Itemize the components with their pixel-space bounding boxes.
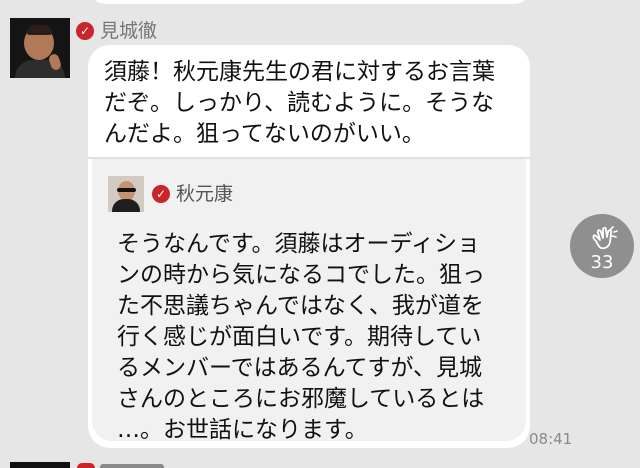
sender-avatar[interactable] (10, 18, 70, 78)
clap-reaction-button[interactable]: 33 (570, 214, 634, 278)
quoted-sender-avatar[interactable] (108, 176, 144, 212)
next-sender-name (100, 464, 164, 468)
message-timestamp: 08:41 (529, 430, 573, 448)
next-verified-check-icon (77, 463, 95, 468)
message-text: 須藤！秋元康先生の君に対するお言葉 だぞ。しっかり、読むように。そうな んだよ。… (104, 59, 495, 147)
quoted-sender-name[interactable]: 秋元康 (176, 181, 233, 207)
verified-check-icon: ✓ (76, 22, 94, 40)
chat-screen: ✓ 見城徹 須藤！秋元康先生の君に対するお言葉 だぞ。しっかり、読むように。そう… (0, 0, 640, 468)
quoted-sender-header: ✓ 秋元康 (152, 181, 233, 207)
reaction-count: 33 (590, 252, 614, 273)
avatar-hair (27, 25, 52, 35)
clap-icon (592, 226, 618, 250)
quoted-post-text: そうなんです。須藤はオーディショ ンの時から気になるコでした。狙っ た不思議ちゃ… (117, 231, 485, 443)
sender-header: ✓ 見城徹 (76, 18, 157, 44)
sender-name[interactable]: 見城徹 (100, 18, 157, 44)
previous-message-bubble (88, 0, 532, 4)
glasses-icon (117, 188, 136, 192)
next-message-avatar[interactable] (10, 462, 70, 468)
verified-check-icon: ✓ (152, 185, 170, 203)
quoted-avatar-body (112, 199, 140, 212)
